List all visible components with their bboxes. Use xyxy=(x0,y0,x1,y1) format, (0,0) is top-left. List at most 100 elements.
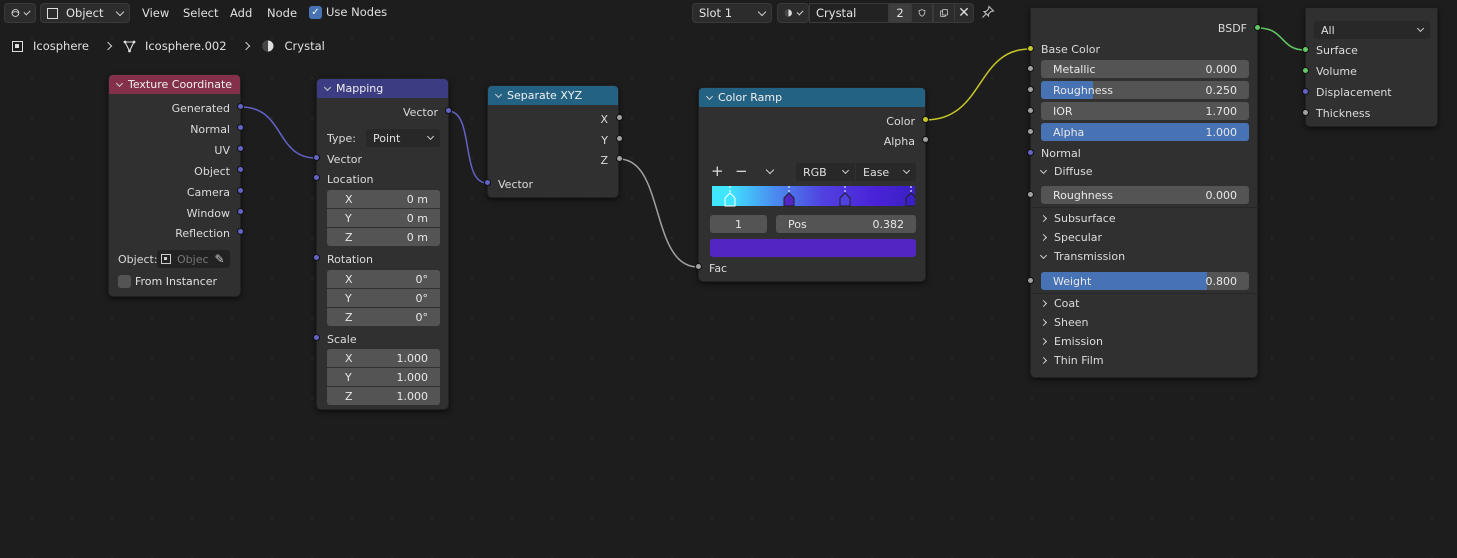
socket-rotation[interactable] xyxy=(313,254,320,261)
scale-x-field[interactable]: X 1.000 xyxy=(327,349,440,367)
alpha-field[interactable]: Alpha 1.000 xyxy=(1041,123,1249,141)
pin-button[interactable] xyxy=(981,5,995,22)
material-browse-button[interactable] xyxy=(777,3,809,23)
node-header[interactable]: Texture Coordinate xyxy=(109,75,240,94)
socket-uv[interactable] xyxy=(237,145,244,152)
use-nodes-toggle[interactable]: ✓ Use Nodes xyxy=(309,5,387,19)
socket-camera[interactable] xyxy=(237,187,244,194)
chevron-down-icon[interactable] xyxy=(765,165,775,175)
menu-add[interactable]: Add xyxy=(230,6,252,20)
socket-base-color[interactable] xyxy=(1027,45,1034,52)
socket-mapping-vector-in[interactable] xyxy=(313,154,320,161)
socket-z[interactable] xyxy=(616,155,623,162)
socket-y[interactable] xyxy=(616,135,623,142)
socket-mapping-vector-out[interactable] xyxy=(445,107,452,114)
node-mapping[interactable]: Mapping Vector Type: Point Vector Locati… xyxy=(316,78,449,410)
socket-alpha[interactable] xyxy=(1027,128,1034,135)
eyedropper-icon[interactable]: ✎ xyxy=(215,252,225,266)
node-header[interactable]: Mapping xyxy=(317,79,448,98)
socket-diffuse-roughness[interactable] xyxy=(1027,191,1034,198)
object-mode-dropdown[interactable]: Object xyxy=(40,3,130,23)
socket-normal[interactable] xyxy=(1027,149,1034,156)
active-stop-index-field[interactable]: 1 xyxy=(710,215,767,233)
scale-z-field[interactable]: Z 1.000 xyxy=(327,387,440,405)
menu-node[interactable]: Node xyxy=(267,6,297,20)
socket-color-out[interactable] xyxy=(922,116,929,123)
socket-volume[interactable] xyxy=(1302,67,1309,74)
node-header[interactable]: Separate XYZ xyxy=(488,86,618,105)
socket-window[interactable] xyxy=(237,208,244,215)
interpolation-dropdown[interactable]: Ease xyxy=(856,163,916,181)
socket-bsdf-out[interactable] xyxy=(1254,24,1261,31)
node-material-output[interactable]: All Surface Volume Displacement Thicknes… xyxy=(1305,8,1438,127)
transmission-weight-field[interactable]: Weight 0.800 xyxy=(1041,272,1249,290)
editor-type-button[interactable] xyxy=(4,3,36,23)
panel-specular[interactable]: Specular xyxy=(1039,228,1102,247)
user-count-badge[interactable]: 2 xyxy=(889,3,911,23)
axis-label: Y xyxy=(345,291,352,305)
rotation-z-field[interactable]: Z 0° xyxy=(327,308,440,326)
socket-transmission-weight[interactable] xyxy=(1027,277,1034,284)
stop-color-swatch[interactable] xyxy=(710,239,916,257)
panel-emission[interactable]: Emission xyxy=(1039,332,1103,351)
socket-ior[interactable] xyxy=(1027,107,1034,114)
stop-position-field[interactable]: Pos 0.382 xyxy=(776,215,916,233)
socket-object[interactable] xyxy=(237,166,244,173)
unlink-material-button[interactable]: ✕ xyxy=(954,3,974,23)
diffuse-roughness-field[interactable]: Roughness 0.000 xyxy=(1041,186,1249,204)
socket-thickness[interactable] xyxy=(1302,109,1309,116)
socket-separate-vector-in[interactable] xyxy=(484,179,491,186)
chevron-down-icon[interactable] xyxy=(323,83,332,91)
menu-select[interactable]: Select xyxy=(183,6,218,20)
node-separate-xyz[interactable]: Separate XYZ X Y Z Vector xyxy=(487,85,619,198)
metallic-field[interactable]: Metallic 0.000 xyxy=(1041,60,1249,78)
slot-dropdown[interactable]: Slot 1 xyxy=(692,3,772,23)
from-instancer-toggle[interactable]: From Instancer xyxy=(118,275,217,288)
menu-view[interactable]: View xyxy=(142,6,169,20)
socket-metallic[interactable] xyxy=(1027,65,1034,72)
socket-surface[interactable] xyxy=(1302,46,1309,53)
location-x-field[interactable]: X 0 m xyxy=(327,190,440,208)
fake-user-button[interactable] xyxy=(911,3,933,23)
scale-y-field[interactable]: Y 1.000 xyxy=(327,368,440,386)
location-z-field[interactable]: Z 0 m xyxy=(327,228,440,246)
add-stop-icon[interactable]: + xyxy=(711,162,724,180)
color-stop-0 xyxy=(724,186,736,207)
roughness-field[interactable]: Roughness 0.250 xyxy=(1041,81,1249,99)
node-color-ramp[interactable]: Color Ramp Color Alpha + − RGB Ease 1 Po… xyxy=(698,87,926,282)
ior-field[interactable]: IOR 1.700 xyxy=(1041,102,1249,120)
location-y-field[interactable]: Y 0 m xyxy=(327,209,440,227)
socket-scale[interactable] xyxy=(313,334,320,341)
socket-fac-in[interactable] xyxy=(695,263,702,270)
remove-stop-icon[interactable]: − xyxy=(735,162,748,180)
object-picker-field[interactable]: Objec ✎ xyxy=(157,250,230,268)
rotation-y-field[interactable]: Y 0° xyxy=(327,289,440,307)
socket-x[interactable] xyxy=(616,114,623,121)
output-target-dropdown[interactable]: All xyxy=(1314,21,1430,39)
socket-normal[interactable] xyxy=(237,124,244,131)
mapping-type-dropdown[interactable]: Point xyxy=(366,129,440,147)
chevron-down-icon[interactable] xyxy=(494,90,503,98)
chevron-down-icon xyxy=(902,166,911,175)
color-mode-dropdown[interactable]: RGB xyxy=(796,163,855,181)
material-name-field[interactable]: Crystal xyxy=(809,3,889,23)
socket-roughness[interactable] xyxy=(1027,86,1034,93)
socket-location[interactable] xyxy=(313,174,320,181)
node-principled-bsdf[interactable]: BSDF Base Color Metallic 0.000 Roughness… xyxy=(1030,8,1259,378)
panel-coat[interactable]: Coat xyxy=(1039,294,1079,313)
node-header[interactable]: Color Ramp xyxy=(699,88,925,107)
socket-displacement[interactable] xyxy=(1302,88,1309,95)
panel-diffuse[interactable]: Diffuse xyxy=(1039,162,1093,181)
socket-reflection[interactable] xyxy=(237,228,244,235)
socket-alpha-out[interactable] xyxy=(922,136,929,143)
rotation-x-field[interactable]: X 0° xyxy=(327,270,440,288)
chevron-down-icon[interactable] xyxy=(705,92,714,100)
chevron-down-icon[interactable] xyxy=(115,79,124,87)
panel-transmission[interactable]: Transmission xyxy=(1039,247,1125,266)
node-texture-coordinate[interactable]: Texture Coordinate Generated Normal UV O… xyxy=(108,74,241,297)
panel-subsurface[interactable]: Subsurface xyxy=(1039,209,1116,228)
socket-generated[interactable] xyxy=(237,103,244,110)
duplicate-material-button[interactable] xyxy=(933,3,955,23)
panel-thin-film[interactable]: Thin Film xyxy=(1039,351,1104,370)
panel-sheen[interactable]: Sheen xyxy=(1039,313,1088,332)
